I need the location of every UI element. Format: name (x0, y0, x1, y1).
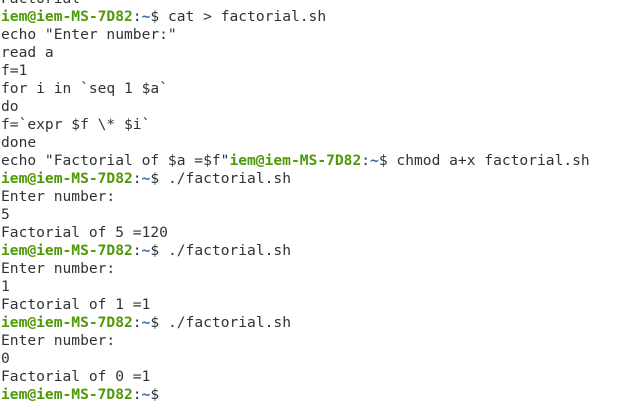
terminal-window[interactable]: Factorialiem@iem-MS-7D82:~$ cat > factor… (1, 0, 624, 404)
prompt-separator: : (132, 242, 142, 259)
prompt-user-host: iem@iem-MS-7D82 (1, 170, 133, 187)
output-text: 1 (1, 278, 10, 295)
output-line: f=1 (1, 62, 624, 80)
command-text: cat > factorial.sh (159, 8, 327, 25)
output-line: Factorial of 1 =1 (1, 296, 624, 314)
output-line: Enter number: (1, 188, 624, 206)
prompt-separator: : (132, 386, 142, 403)
prompt-symbol: $ (150, 8, 160, 25)
prompt-user-host: iem@iem-MS-7D82 (1, 386, 133, 403)
prompt-separator: : (361, 152, 371, 169)
output-text: Enter number: (1, 188, 116, 205)
output-text: Enter number: (1, 260, 116, 277)
prompt-symbol: $ (150, 242, 160, 259)
output-text: echo "Factorial of $a =$f" (1, 152, 230, 169)
output-line: 5 (1, 206, 624, 224)
output-text: Factorial of 0 =1 (1, 368, 151, 385)
output-line: f=`expr $f \* $i` (1, 116, 624, 134)
cursor (159, 387, 161, 401)
prompt-user-host: iem@iem-MS-7D82 (1, 314, 133, 331)
output-line: Enter number: (1, 260, 624, 278)
command-text: ./factorial.sh (159, 314, 291, 331)
output-text: read a (1, 44, 54, 61)
prompt-symbol: $ (150, 386, 160, 403)
output-line: read a (1, 44, 624, 62)
prompt-separator: : (132, 170, 142, 187)
prompt-symbol: $ (378, 152, 388, 169)
prompt-user-host: iem@iem-MS-7D82 (1, 8, 133, 25)
output-text: 0 (1, 350, 10, 367)
prompt-line: iem@iem-MS-7D82:~$ (1, 386, 624, 404)
output-line: Factorial of 5 =120 (1, 224, 624, 242)
output-line: 1 (1, 278, 624, 296)
output-text: f=`expr $f \* $i` (1, 116, 151, 133)
output-line: echo "Enter number:" (1, 26, 624, 44)
output-line: Factorial of 0 =1 (1, 368, 624, 386)
prompt-user-host: iem@iem-MS-7D82 (1, 242, 133, 259)
prompt-path: ~ (370, 152, 379, 169)
command-text: chmod a+x factorial.sh (387, 152, 590, 169)
prompt-separator: : (132, 314, 142, 331)
output-line: 0 (1, 350, 624, 368)
prompt-symbol: $ (150, 314, 160, 331)
output-text: Factorial (1, 0, 80, 7)
prompt-separator: : (132, 8, 142, 25)
prompt-line: echo "Factorial of $a =$f"iem@iem-MS-7D8… (1, 152, 624, 170)
command-text: ./factorial.sh (159, 242, 291, 259)
output-text: Factorial of 5 =120 (1, 224, 168, 241)
output-text: do (1, 98, 19, 115)
output-text: f=1 (1, 62, 28, 79)
output-text: done (1, 134, 37, 151)
prompt-line: iem@iem-MS-7D82:~$ ./factorial.sh (1, 170, 624, 188)
output-line: done (1, 134, 624, 152)
output-text: 5 (1, 206, 10, 223)
command-text: ./factorial.sh (159, 170, 291, 187)
output-text: Enter number: (1, 332, 116, 349)
output-line: Enter number: (1, 332, 624, 350)
output-line: Factorial (1, 0, 624, 8)
prompt-line: iem@iem-MS-7D82:~$ cat > factorial.sh (1, 8, 624, 26)
output-line: for i in `seq 1 $a` (1, 80, 624, 98)
prompt-symbol: $ (150, 170, 160, 187)
prompt-user-host: iem@iem-MS-7D82 (229, 152, 362, 169)
prompt-line: iem@iem-MS-7D82:~$ ./factorial.sh (1, 314, 624, 332)
output-text: echo "Enter number:" (1, 26, 177, 43)
output-text: for i in `seq 1 $a` (1, 80, 168, 97)
prompt-line: iem@iem-MS-7D82:~$ ./factorial.sh (1, 242, 624, 260)
output-text: Factorial of 1 =1 (1, 296, 151, 313)
output-line: do (1, 98, 624, 116)
